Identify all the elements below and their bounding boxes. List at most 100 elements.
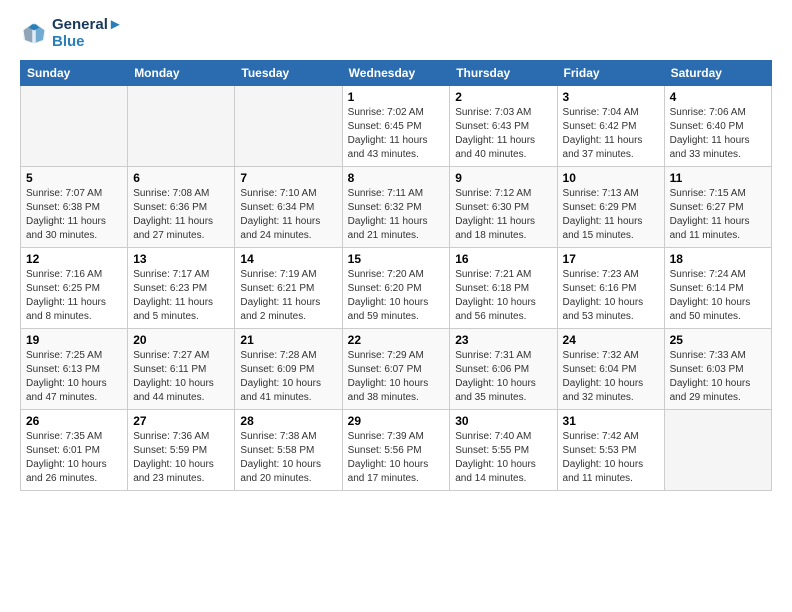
calendar-cell (21, 86, 128, 167)
day-info: Sunrise: 7:16 AM Sunset: 6:25 PM Dayligh… (26, 268, 122, 324)
day-info: Sunrise: 7:24 AM Sunset: 6:14 PM Dayligh… (670, 268, 766, 324)
day-number: 31 (563, 414, 659, 428)
day-info: Sunrise: 7:38 AM Sunset: 5:58 PM Dayligh… (240, 430, 336, 486)
day-number: 26 (26, 414, 122, 428)
page-container: General► Blue SundayMondayTuesdayWednesd… (0, 0, 792, 501)
day-info: Sunrise: 7:02 AM Sunset: 6:45 PM Dayligh… (348, 106, 445, 162)
calendar-cell: 30Sunrise: 7:40 AM Sunset: 5:55 PM Dayli… (450, 410, 557, 491)
calendar-table: SundayMondayTuesdayWednesdayThursdayFrid… (20, 60, 772, 491)
calendar-cell: 23Sunrise: 7:31 AM Sunset: 6:06 PM Dayli… (450, 329, 557, 410)
calendar-cell: 9Sunrise: 7:12 AM Sunset: 6:30 PM Daylig… (450, 167, 557, 248)
calendar-cell: 26 Sunrise: 7:35 AM Sunset: 6:01 PM Dayli… (21, 410, 128, 491)
day-info: Sunrise: 7:35 AM Sunset: 6:01 PM Dayligh… (26, 430, 122, 486)
calendar-cell: 15 Sunrise: 7:20 AM Sunset: 6:20 PM Dayli… (342, 248, 450, 329)
logo-icon (20, 19, 48, 47)
day-number: 29 (348, 414, 445, 428)
calendar-cell: 1 Sunrise: 7:02 AM Sunset: 6:45 PM Daylig… (342, 86, 450, 167)
weekday-header-wednesday: Wednesday (342, 61, 450, 86)
day-number: 13 (133, 252, 229, 266)
day-number: 20 (133, 333, 229, 347)
calendar-cell: 21 Sunrise: 7:28 AM Sunset: 6:09 PM Dayli… (235, 329, 342, 410)
calendar-week-row: 12 Sunrise: 7:16 AM Sunset: 6:25 PM Dayli… (21, 248, 772, 329)
day-number: 17 (563, 252, 659, 266)
calendar-cell: 16 Sunrise: 7:21 AM Sunset: 6:18 PM Dayli… (450, 248, 557, 329)
day-info: Sunrise: 7:19 AM Sunset: 6:21 PM Dayligh… (240, 268, 336, 324)
calendar-cell: 7 Sunrise: 7:10 AM Sunset: 6:34 PM Daylig… (235, 167, 342, 248)
logo-text: General► Blue (52, 16, 123, 50)
day-info: Sunrise: 7:13 AM Sunset: 6:29 PM Dayligh… (563, 187, 659, 243)
calendar-week-row: 19Sunrise: 7:25 AM Sunset: 6:13 PM Dayli… (21, 329, 772, 410)
calendar-cell: 13 Sunrise: 7:17 AM Sunset: 6:23 PM Dayli… (128, 248, 235, 329)
day-number: 19 (26, 333, 122, 347)
day-number: 24 (563, 333, 659, 347)
calendar-cell: 31 Sunrise: 7:42 AM Sunset: 5:53 PM Dayli… (557, 410, 664, 491)
day-info: Sunrise: 7:07 AM Sunset: 6:38 PM Dayligh… (26, 187, 122, 243)
day-number: 27 (133, 414, 229, 428)
day-number: 11 (670, 171, 766, 185)
day-number: 3 (563, 90, 659, 104)
day-info: Sunrise: 7:04 AM Sunset: 6:42 PM Dayligh… (563, 106, 659, 162)
weekday-header-monday: Monday (128, 61, 235, 86)
day-number: 15 (348, 252, 445, 266)
day-info: Sunrise: 7:11 AM Sunset: 6:32 PM Dayligh… (348, 187, 445, 243)
day-info: Sunrise: 7:33 AM Sunset: 6:03 PM Dayligh… (670, 349, 766, 405)
calendar-week-row: 26 Sunrise: 7:35 AM Sunset: 6:01 PM Dayli… (21, 410, 772, 491)
day-number: 1 (348, 90, 445, 104)
weekday-header-tuesday: Tuesday (235, 61, 342, 86)
day-info: Sunrise: 7:17 AM Sunset: 6:23 PM Dayligh… (133, 268, 229, 324)
calendar-cell: 20 Sunrise: 7:27 AM Sunset: 6:11 PM Dayli… (128, 329, 235, 410)
calendar-cell: 17 Sunrise: 7:23 AM Sunset: 6:16 PM Dayli… (557, 248, 664, 329)
day-info: Sunrise: 7:27 AM Sunset: 6:11 PM Dayligh… (133, 349, 229, 405)
calendar-cell: 27 Sunrise: 7:36 AM Sunset: 5:59 PM Dayli… (128, 410, 235, 491)
calendar-cell (235, 86, 342, 167)
calendar-cell: 19Sunrise: 7:25 AM Sunset: 6:13 PM Dayli… (21, 329, 128, 410)
day-number: 28 (240, 414, 336, 428)
calendar-week-row: 5 Sunrise: 7:07 AM Sunset: 6:38 PM Daylig… (21, 167, 772, 248)
day-info: Sunrise: 7:28 AM Sunset: 6:09 PM Dayligh… (240, 349, 336, 405)
day-info: Sunrise: 7:20 AM Sunset: 6:20 PM Dayligh… (348, 268, 445, 324)
day-number: 7 (240, 171, 336, 185)
calendar-cell: 28 Sunrise: 7:38 AM Sunset: 5:58 PM Dayli… (235, 410, 342, 491)
day-info: Sunrise: 7:36 AM Sunset: 5:59 PM Dayligh… (133, 430, 229, 486)
calendar-cell: 5 Sunrise: 7:07 AM Sunset: 6:38 PM Daylig… (21, 167, 128, 248)
header: General► Blue (20, 16, 772, 50)
day-number: 12 (26, 252, 122, 266)
day-number: 5 (26, 171, 122, 185)
calendar-cell (664, 410, 771, 491)
calendar-cell: 11Sunrise: 7:15 AM Sunset: 6:27 PM Dayli… (664, 167, 771, 248)
calendar-cell: 6Sunrise: 7:08 AM Sunset: 6:36 PM Daylig… (128, 167, 235, 248)
day-number: 8 (348, 171, 445, 185)
day-number: 6 (133, 171, 229, 185)
logo: General► Blue (20, 16, 123, 50)
day-number: 21 (240, 333, 336, 347)
day-number: 30 (455, 414, 551, 428)
day-number: 2 (455, 90, 551, 104)
day-number: 16 (455, 252, 551, 266)
day-info: Sunrise: 7:21 AM Sunset: 6:18 PM Dayligh… (455, 268, 551, 324)
day-info: Sunrise: 7:23 AM Sunset: 6:16 PM Dayligh… (563, 268, 659, 324)
calendar-cell: 29 Sunrise: 7:39 AM Sunset: 5:56 PM Dayli… (342, 410, 450, 491)
day-number: 22 (348, 333, 445, 347)
calendar-cell: 22Sunrise: 7:29 AM Sunset: 6:07 PM Dayli… (342, 329, 450, 410)
weekday-header-thursday: Thursday (450, 61, 557, 86)
day-number: 4 (670, 90, 766, 104)
calendar-cell: 4Sunrise: 7:06 AM Sunset: 6:40 PM Daylig… (664, 86, 771, 167)
day-number: 10 (563, 171, 659, 185)
calendar-cell: 25 Sunrise: 7:33 AM Sunset: 6:03 PM Dayli… (664, 329, 771, 410)
calendar-cell: 3 Sunrise: 7:04 AM Sunset: 6:42 PM Daylig… (557, 86, 664, 167)
weekday-header-friday: Friday (557, 61, 664, 86)
calendar-cell (128, 86, 235, 167)
weekday-header-row: SundayMondayTuesdayWednesdayThursdayFrid… (21, 61, 772, 86)
day-info: Sunrise: 7:03 AM Sunset: 6:43 PM Dayligh… (455, 106, 551, 162)
day-info: Sunrise: 7:42 AM Sunset: 5:53 PM Dayligh… (563, 430, 659, 486)
day-info: Sunrise: 7:31 AM Sunset: 6:06 PM Dayligh… (455, 349, 551, 405)
calendar-cell: 24Sunrise: 7:32 AM Sunset: 6:04 PM Dayli… (557, 329, 664, 410)
weekday-header-sunday: Sunday (21, 61, 128, 86)
day-info: Sunrise: 7:10 AM Sunset: 6:34 PM Dayligh… (240, 187, 336, 243)
day-number: 25 (670, 333, 766, 347)
day-info: Sunrise: 7:39 AM Sunset: 5:56 PM Dayligh… (348, 430, 445, 486)
day-number: 14 (240, 252, 336, 266)
day-info: Sunrise: 7:12 AM Sunset: 6:30 PM Dayligh… (455, 187, 551, 243)
calendar-cell: 2 Sunrise: 7:03 AM Sunset: 6:43 PM Daylig… (450, 86, 557, 167)
calendar-cell: 18Sunrise: 7:24 AM Sunset: 6:14 PM Dayli… (664, 248, 771, 329)
